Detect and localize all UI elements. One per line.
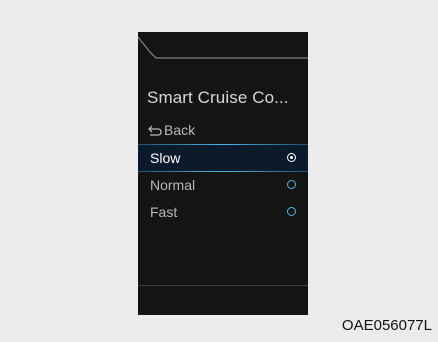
menu-title: Smart Cruise Co... bbox=[147, 88, 289, 107]
option-label: Fast bbox=[150, 204, 178, 220]
option-label: Slow bbox=[150, 150, 181, 166]
radio-selected-icon bbox=[287, 153, 296, 162]
bottom-divider bbox=[138, 285, 308, 286]
back-arrow-icon bbox=[148, 125, 162, 136]
cluster-display: Smart Cruise Co... Back Slow Normal Fast bbox=[138, 32, 308, 315]
option-fast[interactable]: Fast bbox=[138, 199, 308, 225]
option-slow[interactable]: Slow bbox=[138, 145, 308, 171]
figure-code: OAE056077L bbox=[341, 317, 432, 334]
option-normal[interactable]: Normal bbox=[138, 172, 308, 198]
radio-icon bbox=[287, 180, 296, 189]
display-frame-line bbox=[138, 36, 308, 59]
back-button[interactable]: Back bbox=[147, 122, 195, 138]
radio-icon bbox=[287, 207, 296, 216]
back-label: Back bbox=[164, 122, 196, 138]
option-label: Normal bbox=[150, 177, 196, 193]
